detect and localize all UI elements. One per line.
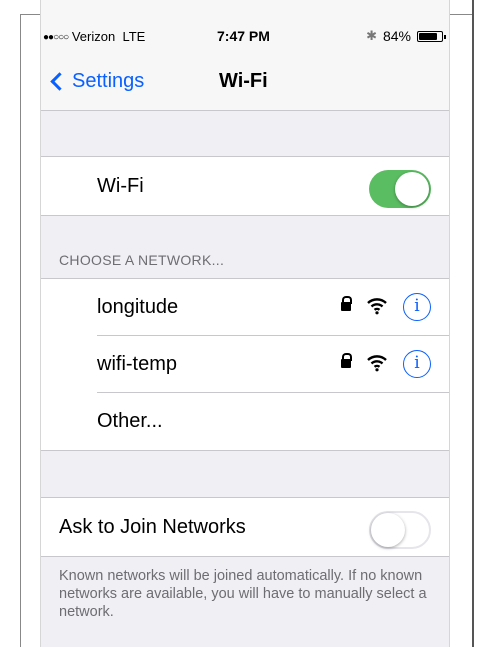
carrier-name: Verizon <box>71 29 116 44</box>
wifi-icon <box>367 355 387 372</box>
device-edge-left <box>20 14 21 647</box>
page-title: Wi-Fi <box>219 70 268 92</box>
back-button[interactable]: Settings <box>49 70 144 93</box>
status-time: 7:47 PM <box>217 28 270 44</box>
wifi-icon <box>367 298 387 315</box>
network-row-wifi-temp[interactable]: wifi-temp i <box>41 336 449 393</box>
status-right: ✱ 84% <box>366 28 446 44</box>
network-row-longitude[interactable]: longitude i <box>41 279 449 336</box>
toggle-knob <box>395 172 429 206</box>
battery-fill <box>419 32 438 40</box>
choose-network-header: CHOOSE A NETWORK... <box>59 252 225 268</box>
ask-to-join-group: Ask to Join Networks <box>41 497 449 557</box>
bluetooth-icon: ✱ <box>366 28 377 43</box>
ask-to-join-footer: Known networks will be joined automatica… <box>59 568 427 620</box>
network-list: longitude i wifi-temp i Other... <box>41 278 449 451</box>
device-edge-right <box>472 0 474 647</box>
ask-to-join-toggle-switch[interactable] <box>369 511 431 549</box>
battery-percent: 84% <box>382 28 411 44</box>
lock-icon <box>341 353 352 368</box>
toggle-knob <box>371 513 405 547</box>
back-label: Settings <box>72 70 145 92</box>
wifi-toggle-row: Wi-Fi <box>41 157 449 215</box>
network-row-other[interactable]: Other... <box>41 393 449 450</box>
wifi-toggle-group: Wi-Fi <box>41 156 449 216</box>
chevron-left-icon <box>50 72 69 91</box>
info-icon[interactable]: i <box>403 293 431 321</box>
ask-to-join-label: Ask to Join Networks <box>59 515 246 538</box>
info-icon[interactable]: i <box>403 350 431 378</box>
network-type: LTE <box>122 29 146 44</box>
ask-to-join-row: Ask to Join Networks <box>41 498 449 556</box>
status-bar: ●●○○○ Verizon LTE 7:47 PM ✱ 84% <box>41 26 449 48</box>
page-frame: ●●○○○ Verizon LTE 7:47 PM ✱ 84% Settings… <box>0 0 477 647</box>
wifi-toggle-switch[interactable] <box>369 170 431 208</box>
network-name: longitude <box>97 296 179 318</box>
lock-icon <box>341 296 352 311</box>
carrier-info: ●●○○○ Verizon LTE <box>43 29 145 44</box>
navigation-bar: Settings Wi-Fi <box>41 62 449 106</box>
signal-strength-icon: ●●○○○ <box>43 32 69 43</box>
header-area: ●●○○○ Verizon LTE 7:47 PM ✱ 84% Settings… <box>41 0 449 111</box>
wifi-toggle-label: Wi-Fi <box>97 174 144 197</box>
phone-screen: ●●○○○ Verizon LTE 7:47 PM ✱ 84% Settings… <box>40 0 450 647</box>
network-name: wifi-temp <box>97 353 178 375</box>
other-network-label: Other... <box>97 410 163 432</box>
battery-icon <box>417 30 446 42</box>
